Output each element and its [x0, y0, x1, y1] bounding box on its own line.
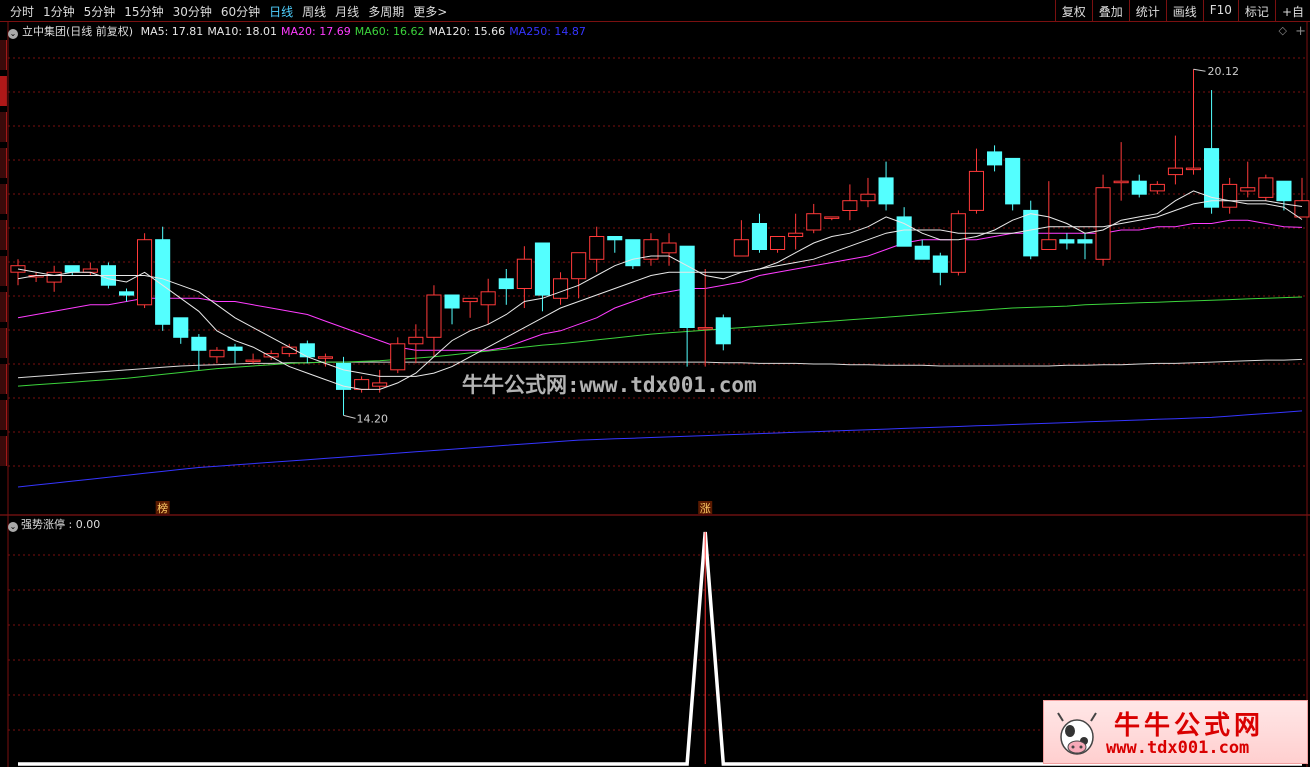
candle: [1059, 239, 1075, 244]
candle: [788, 232, 804, 237]
candle: [679, 245, 695, 328]
ma-legend-3: MA60: 16.62: [354, 25, 425, 38]
candle: [1113, 180, 1129, 184]
candle: [516, 258, 532, 290]
ma-legend-items: MA5: 17.81 MA10: 18.01 MA20: 17.69 MA60: 16…: [141, 25, 590, 38]
candle: [1294, 200, 1310, 218]
candle: [1185, 167, 1202, 171]
indicator-title: 强势涨停: [21, 518, 65, 531]
candle: [281, 346, 297, 355]
candle: [1167, 167, 1184, 176]
site-logo: 牛牛公式网 www.tdx001.com: [1043, 700, 1308, 764]
cow-mascot-icon: [1057, 712, 1097, 755]
diamond-icon[interactable]: ◇: [1279, 24, 1287, 37]
indicator-legend: ⌄ 强势涨停 : 0.00: [8, 516, 100, 532]
candle: [173, 317, 189, 338]
event-marker-0: 榜: [157, 501, 168, 515]
candle: [950, 213, 966, 273]
chevron-down-icon[interactable]: ⌄: [8, 29, 18, 39]
ma-legend-4: MA120: 15.66: [428, 25, 506, 38]
indicator-value: : 0.00: [68, 518, 101, 531]
high-price-label: 20.12: [1207, 65, 1239, 78]
ma250-line: [17, 410, 1303, 488]
candle: [733, 239, 749, 257]
candle: [661, 242, 677, 254]
ma-legend-2: MA20: 17.69: [281, 25, 351, 38]
logo-url: www.tdx001.com: [1106, 738, 1250, 758]
stock-title: 立中集团(日线 前复权): [22, 25, 134, 38]
high-pointer: [1193, 68, 1206, 72]
candle: [1005, 157, 1021, 205]
chevron-down-icon[interactable]: ⌄: [8, 522, 18, 532]
candle: [1095, 187, 1111, 260]
candle: [426, 294, 442, 338]
low-pointer: [343, 414, 356, 419]
candle: [1131, 180, 1147, 195]
candle: [444, 294, 460, 309]
candle: [1240, 187, 1256, 192]
candle: [317, 356, 333, 359]
candle: [553, 278, 569, 299]
candle: [390, 343, 406, 371]
candle: [1276, 180, 1292, 202]
candle: [209, 349, 225, 358]
candle: [770, 236, 786, 250]
candle: [968, 170, 985, 211]
candle: [227, 346, 243, 351]
low-price-label: 14.20: [357, 412, 389, 425]
candle: [498, 278, 514, 290]
logo-title: 牛牛公式网: [1114, 711, 1265, 741]
candle: [625, 239, 641, 267]
candle: [245, 359, 261, 363]
candle: [878, 177, 894, 205]
candle: [10, 265, 26, 273]
candle: [842, 200, 858, 211]
candle: [299, 343, 315, 358]
candle: [1149, 183, 1165, 192]
candle: [46, 271, 62, 283]
candle: [1077, 239, 1093, 244]
candle: [751, 223, 768, 250]
candle: [372, 382, 388, 387]
ma-legend-5: MA250: 14.87: [509, 25, 586, 38]
candle: [715, 317, 731, 345]
candle: [534, 242, 551, 296]
candle: [987, 151, 1003, 166]
ma-legend-1: MA10: 18.01: [207, 25, 278, 38]
candle: [697, 327, 713, 330]
candle: [824, 216, 840, 219]
candle: [1023, 209, 1039, 257]
candle: [1258, 177, 1274, 198]
plus-icon[interactable]: +: [1295, 24, 1306, 39]
candle: [1222, 183, 1238, 208]
candle: [354, 379, 370, 390]
candle: [571, 252, 587, 280]
main-chart-legend: ⌄ 立中集团(日线 前复权) MA5: 17.81 MA10: 18.01 MA20:…: [8, 23, 594, 39]
candle: [64, 265, 80, 273]
candle: [480, 291, 496, 306]
candle: [589, 236, 605, 260]
candle: [607, 236, 623, 241]
watermark-text: 牛牛公式网:www.tdx001.com: [462, 373, 757, 397]
candle: [806, 213, 822, 231]
candle: [860, 193, 876, 202]
ma-legend-0: MA5: 17.81: [140, 25, 204, 38]
candle: [119, 291, 135, 296]
candle: [914, 245, 930, 260]
candle: [191, 336, 207, 351]
event-marker-1: 涨: [700, 502, 711, 515]
candle: [1041, 239, 1057, 250]
candle: [462, 297, 478, 303]
candle: [408, 336, 424, 345]
candle: [932, 255, 948, 273]
candle: [336, 362, 352, 390]
